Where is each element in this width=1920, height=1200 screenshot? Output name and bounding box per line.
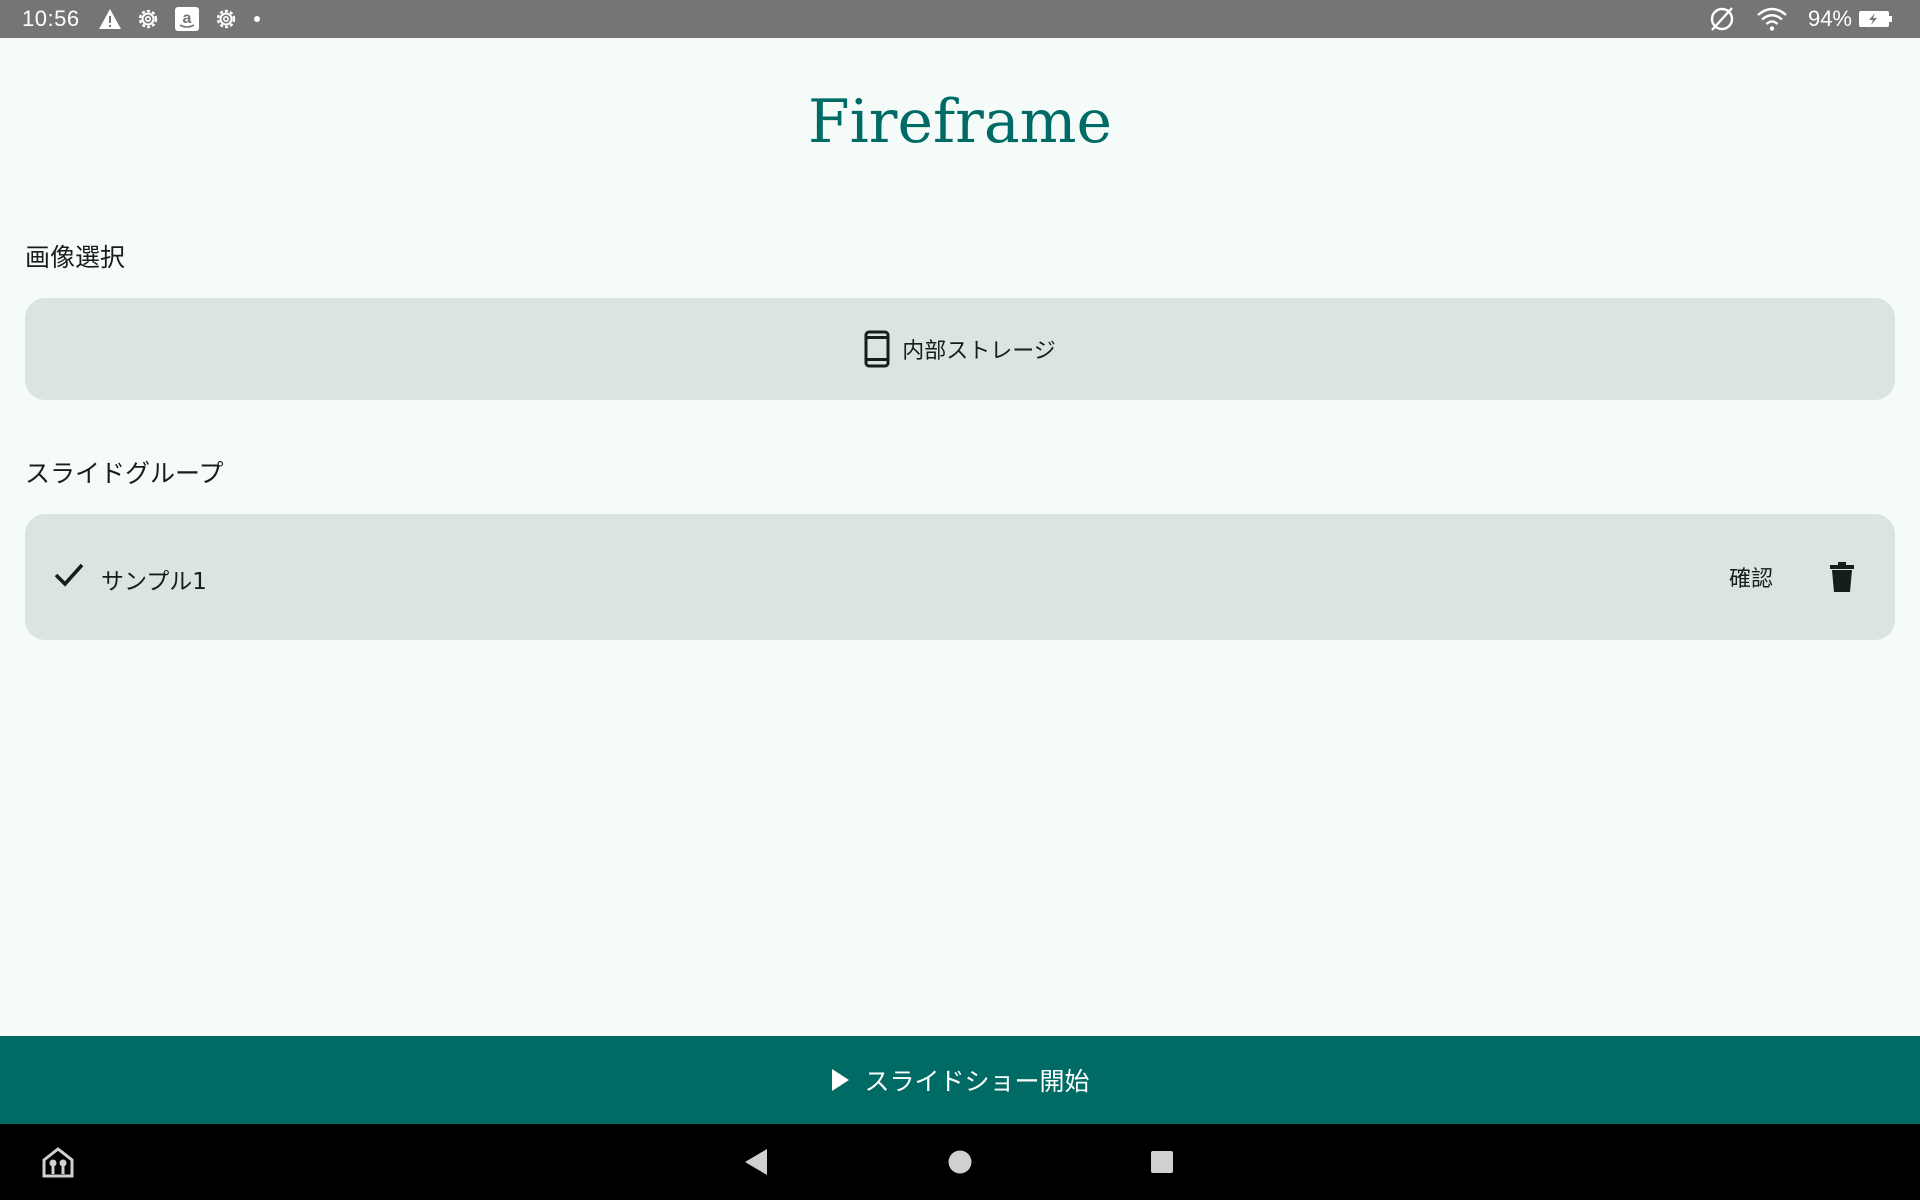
internal-storage-label: 内部ストレージ: [902, 339, 1056, 364]
back-icon: [743, 1147, 769, 1177]
delete-button[interactable]: [1815, 550, 1869, 604]
home-icon: [947, 1149, 973, 1175]
navigation-bar: [0, 1124, 1920, 1200]
image-selection-label: 画像選択: [25, 243, 126, 272]
no-sim-icon: [1708, 5, 1736, 33]
slide-group-item[interactable]: サンプル1 確認: [25, 514, 1895, 640]
status-bar: 10:56 a 94%: [0, 0, 1920, 38]
amazon-icon: a: [174, 6, 200, 32]
check-icon: [53, 560, 85, 594]
app-title: Fireframe: [807, 87, 1113, 157]
battery-charging-icon: [1858, 9, 1894, 29]
start-slideshow-button[interactable]: スライドショー開始: [0, 1036, 1920, 1124]
settings-icon: [136, 7, 160, 31]
recents-icon: [1149, 1149, 1175, 1175]
home-app-icon: [41, 1146, 75, 1178]
status-time: 10:56: [22, 6, 80, 31]
dot-icon: [252, 14, 262, 24]
trash-icon: [1829, 562, 1855, 592]
status-left-group: 10:56 a: [22, 0, 276, 38]
play-icon: [830, 1068, 850, 1092]
slide-group-name: サンプル1: [101, 569, 207, 595]
smartphone-icon: [864, 330, 890, 368]
wifi-icon: [1756, 6, 1788, 32]
start-slideshow-label: スライドショー開始: [864, 1067, 1090, 1096]
svg-text:a: a: [182, 10, 191, 27]
warning-icon: [98, 8, 122, 30]
status-right-group: 94%: [1688, 0, 1894, 38]
confirm-button[interactable]: 確認: [1715, 554, 1787, 600]
home-button[interactable]: [932, 1124, 988, 1200]
back-button[interactable]: [728, 1124, 784, 1200]
slide-group-label: スライドグループ: [25, 459, 224, 488]
internal-storage-button[interactable]: 内部ストレージ: [25, 298, 1895, 400]
settings-icon: [214, 7, 238, 31]
battery-percent: 94%: [1807, 6, 1852, 31]
recents-button[interactable]: [1134, 1124, 1190, 1200]
home-app-button[interactable]: [30, 1124, 86, 1200]
